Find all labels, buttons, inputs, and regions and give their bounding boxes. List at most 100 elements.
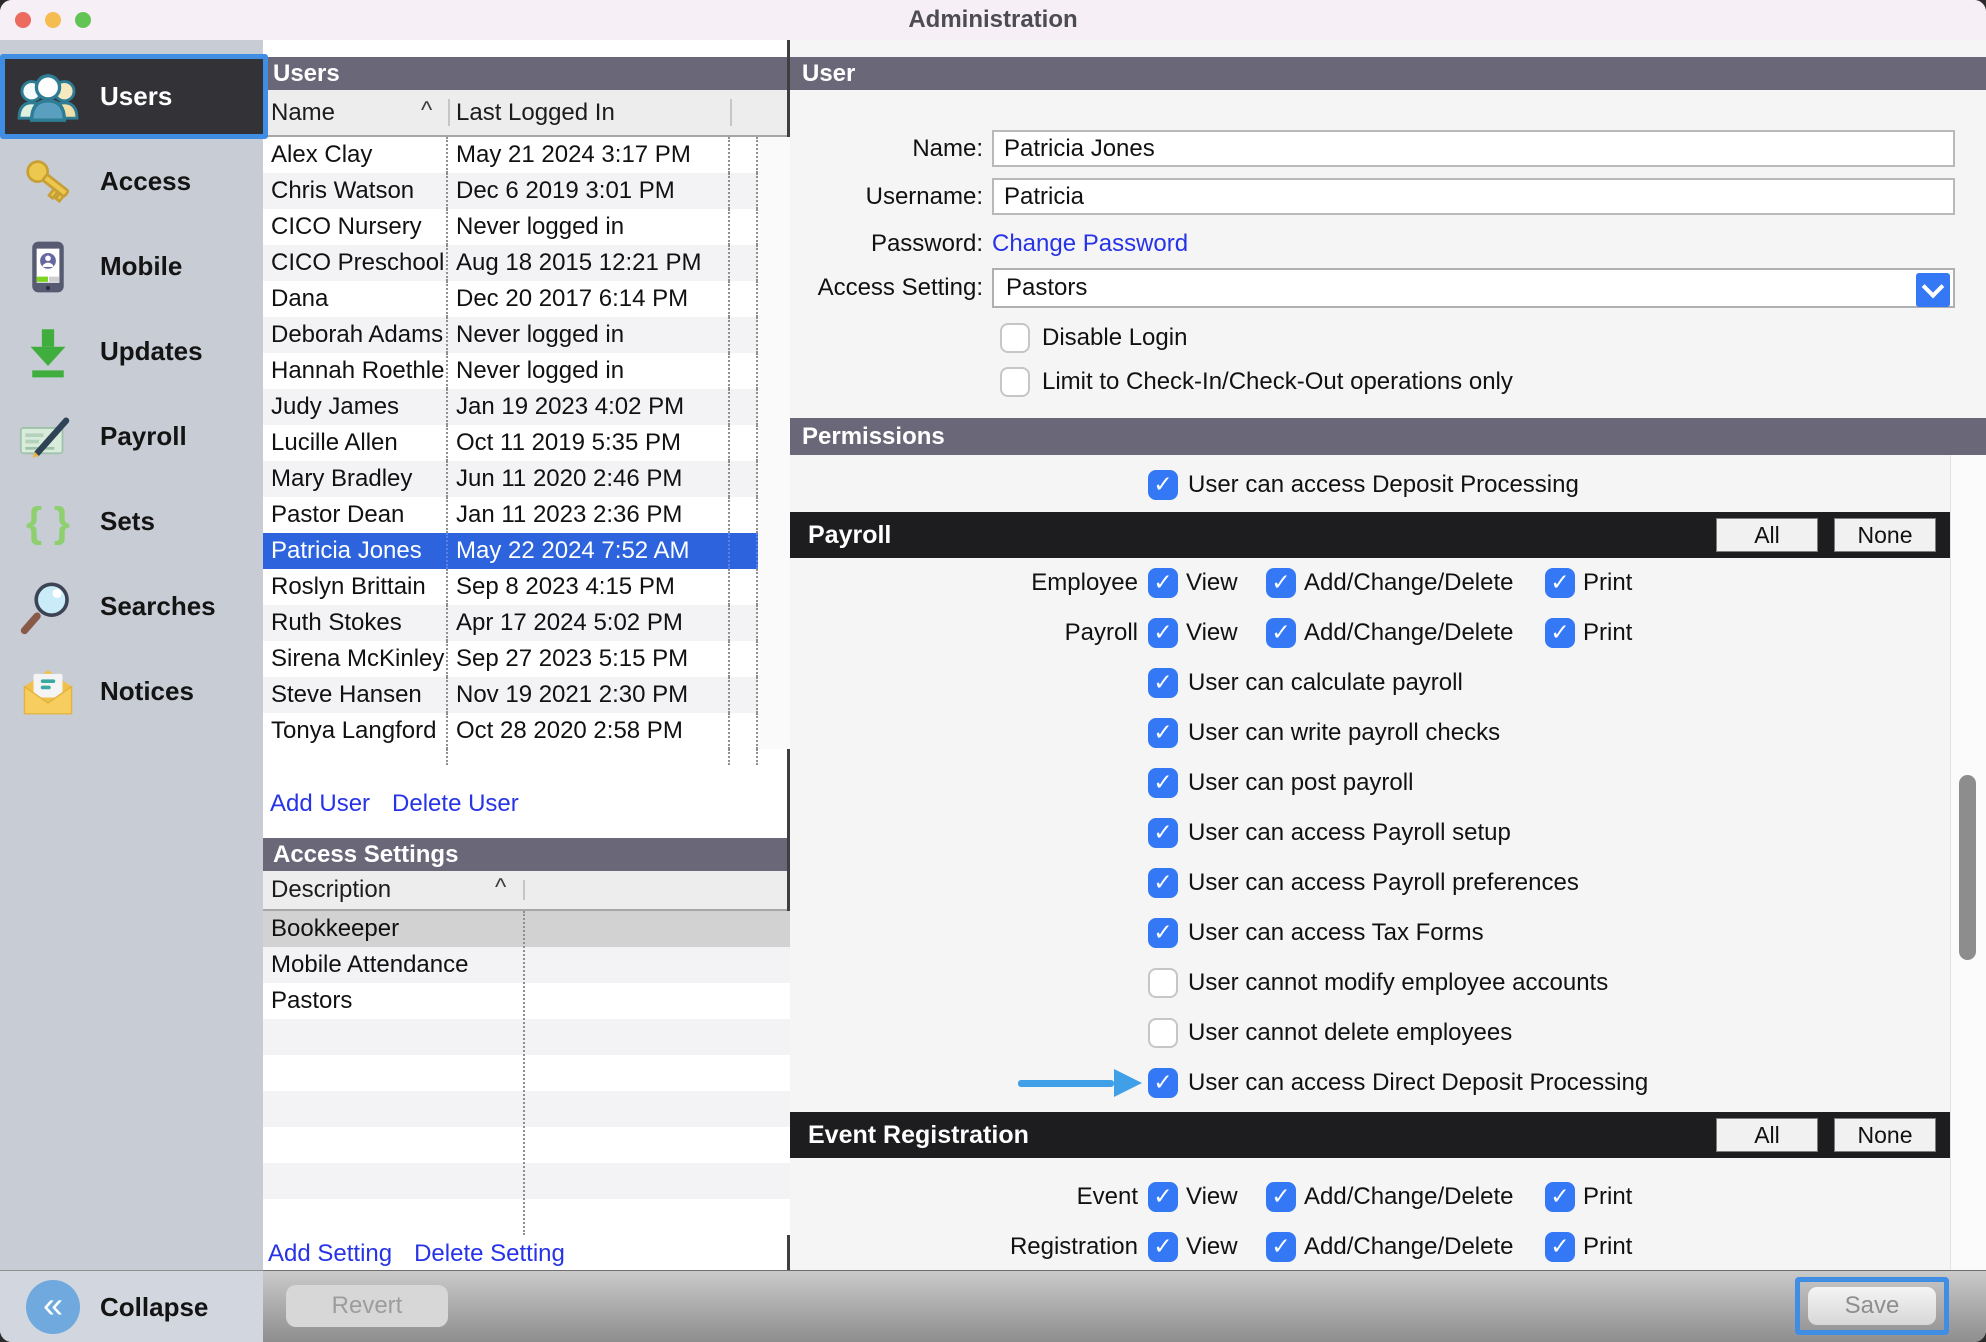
user-detail-panel: User Name: Username: Password: Change Pa… [790, 40, 1986, 1270]
permission-checkbox[interactable] [1148, 1068, 1178, 1098]
print-checkbox[interactable] [1545, 618, 1575, 648]
collapse-chevrons-icon[interactable]: « [26, 1280, 80, 1334]
change-password-link[interactable]: Change Password [992, 230, 1188, 258]
user-row[interactable]: Pastor Dean Jan 11 2023 2:36 PM [263, 497, 758, 533]
sidebar-item-updates[interactable]: Updates [0, 309, 263, 394]
user-extra-cell [730, 569, 758, 605]
user-row[interactable]: Ruth Stokes Apr 17 2024 5:02 PM [263, 605, 758, 641]
users-group-icon [16, 66, 80, 128]
user-name-cell: Mary Bradley [263, 461, 448, 497]
sidebar-item-mobile[interactable]: Mobile [0, 224, 263, 309]
permission-checkbox[interactable] [1148, 668, 1178, 698]
user-row[interactable]: Patricia Jones May 22 2024 7:52 AM [263, 533, 758, 569]
user-name-cell: Tonya Langford [263, 713, 448, 749]
sort-ascending-icon: ^ [495, 874, 506, 902]
permission-checkbox[interactable] [1148, 768, 1178, 798]
user-extra-cell [730, 533, 758, 569]
permission-label: User cannot delete employees [1188, 1019, 1512, 1047]
permission-checkbox[interactable] [1148, 818, 1178, 848]
event-registration-all-button[interactable]: All [1716, 1118, 1818, 1152]
user-row[interactable]: Sirena McKinley Sep 27 2023 5:15 PM [263, 641, 758, 677]
user-row[interactable]: Dana Dec 20 2017 6:14 PM [263, 281, 758, 317]
column-header-last-logged-in[interactable]: Last Logged In [448, 90, 730, 135]
delete-setting-link[interactable]: Delete Setting [414, 1240, 565, 1268]
view-checkbox[interactable] [1148, 618, 1178, 648]
user-row[interactable]: Hannah Roethle Never logged in [263, 353, 758, 389]
print-checkbox[interactable] [1545, 1232, 1575, 1262]
column-header-description[interactable]: Description [263, 871, 523, 909]
user-row[interactable]: CICO Preschool Aug 18 2015 12:21 PM [263, 245, 758, 281]
permission-label: User can calculate payroll [1188, 669, 1463, 697]
name-label: Name: [790, 130, 983, 167]
event-registration-none-button[interactable]: None [1834, 1118, 1936, 1152]
permission-checkbox[interactable] [1148, 918, 1178, 948]
user-extra-cell [730, 425, 758, 461]
user-row[interactable]: Steve Hansen Nov 19 2021 2:30 PM [263, 677, 758, 713]
payroll-all-button[interactable]: All [1716, 518, 1818, 552]
user-row[interactable]: Deborah Adams Never logged in [263, 317, 758, 353]
user-row[interactable]: Chris Watson Dec 6 2019 3:01 PM [263, 173, 758, 209]
name-field[interactable] [992, 130, 1955, 167]
deposit-processing-checkbox[interactable] [1148, 470, 1178, 500]
user-last-login-cell: Oct 11 2019 5:35 PM [448, 425, 730, 461]
limit-checkin-option: Limit to Check-In/Check-Out operations o… [1000, 367, 1513, 397]
username-field[interactable] [992, 178, 1955, 215]
payroll-section-bar: Payroll All None [790, 512, 1950, 558]
user-panel-header: User [790, 57, 1986, 90]
chevron-down-icon[interactable] [1916, 273, 1950, 307]
sidebar-item-users[interactable]: Users [0, 54, 268, 139]
add-user-link[interactable]: Add User [270, 790, 370, 818]
permission-checkbox[interactable] [1148, 968, 1178, 998]
print-checkbox[interactable] [1545, 568, 1575, 598]
limit-checkin-label: Limit to Check-In/Check-Out operations o… [1042, 368, 1513, 396]
disable-login-checkbox[interactable] [1000, 323, 1030, 353]
print-label: Print [1583, 1233, 1632, 1261]
add-change-delete-label: Add/Change/Delete [1304, 1233, 1513, 1261]
add-setting-link[interactable]: Add Setting [268, 1240, 392, 1268]
revert-button[interactable]: Revert [286, 1285, 448, 1327]
user-row[interactable]: Lucille Allen Oct 11 2019 5:35 PM [263, 425, 758, 461]
sidebar-item-payroll[interactable]: Payroll [0, 394, 263, 479]
user-row[interactable]: Alex Clay May 21 2024 3:17 PM [263, 137, 758, 173]
permission-checkbox[interactable] [1148, 1018, 1178, 1048]
users-table-header: Name ^ Last Logged In [263, 90, 787, 137]
delete-user-link[interactable]: Delete User [392, 790, 519, 818]
user-row[interactable]: Mary Bradley Jun 11 2020 2:46 PM [263, 461, 758, 497]
view-checkbox[interactable] [1148, 568, 1178, 598]
access-setting-row[interactable]: Bookkeeper [263, 911, 790, 947]
access-setting-select[interactable]: Pastors [992, 268, 1955, 308]
scrollbar-track[interactable] [1950, 455, 1986, 1270]
grid-row-label: Event [790, 1172, 1138, 1222]
add-change-delete-checkbox[interactable] [1266, 1182, 1296, 1212]
user-row[interactable]: Judy James Jan 19 2023 4:02 PM [263, 389, 758, 425]
access-setting-row[interactable]: Mobile Attendance [263, 947, 790, 983]
collapse-bar[interactable]: « Collapse [0, 1270, 263, 1342]
view-checkbox[interactable] [1148, 1232, 1178, 1262]
add-change-delete-checkbox[interactable] [1266, 568, 1296, 598]
permission-checkbox[interactable] [1148, 718, 1178, 748]
limit-checkin-checkbox[interactable] [1000, 367, 1030, 397]
sidebar-item-access[interactable]: Access [0, 139, 263, 224]
user-row[interactable]: Tonya Langford Oct 28 2020 2:58 PM [263, 713, 758, 749]
user-row[interactable]: Roslyn Brittain Sep 8 2023 4:15 PM [263, 569, 758, 605]
title-bar: Administration [0, 0, 1986, 41]
permission-label: User can access Direct Deposit Processin… [1188, 1069, 1648, 1097]
user-name-cell: Steve Hansen [263, 677, 448, 713]
permission-grid-row: Payroll View Add/Change/Delete Print [790, 608, 1950, 658]
permission-checkbox[interactable] [1148, 868, 1178, 898]
payroll-none-button[interactable]: None [1834, 518, 1936, 552]
add-change-delete-checkbox[interactable] [1266, 1232, 1296, 1262]
add-change-delete-checkbox[interactable] [1266, 618, 1296, 648]
print-checkbox[interactable] [1545, 1182, 1575, 1212]
view-checkbox[interactable] [1148, 1182, 1178, 1212]
user-row[interactable]: CICO Nursery Never logged in [263, 209, 758, 245]
sidebar-item-sets[interactable]: { } Sets [0, 479, 263, 564]
access-setting-row[interactable]: Pastors [263, 983, 790, 1019]
permissions-header: Permissions [790, 418, 1986, 455]
access-settings-actions: Add Setting Delete Setting [268, 1240, 565, 1268]
sidebar-item-notices[interactable]: Notices [0, 649, 263, 734]
save-button[interactable]: Save [1808, 1287, 1936, 1325]
sidebar-item-searches[interactable]: Searches [0, 564, 263, 649]
scrollbar-thumb[interactable] [1959, 775, 1976, 960]
view-label: View [1186, 619, 1238, 647]
